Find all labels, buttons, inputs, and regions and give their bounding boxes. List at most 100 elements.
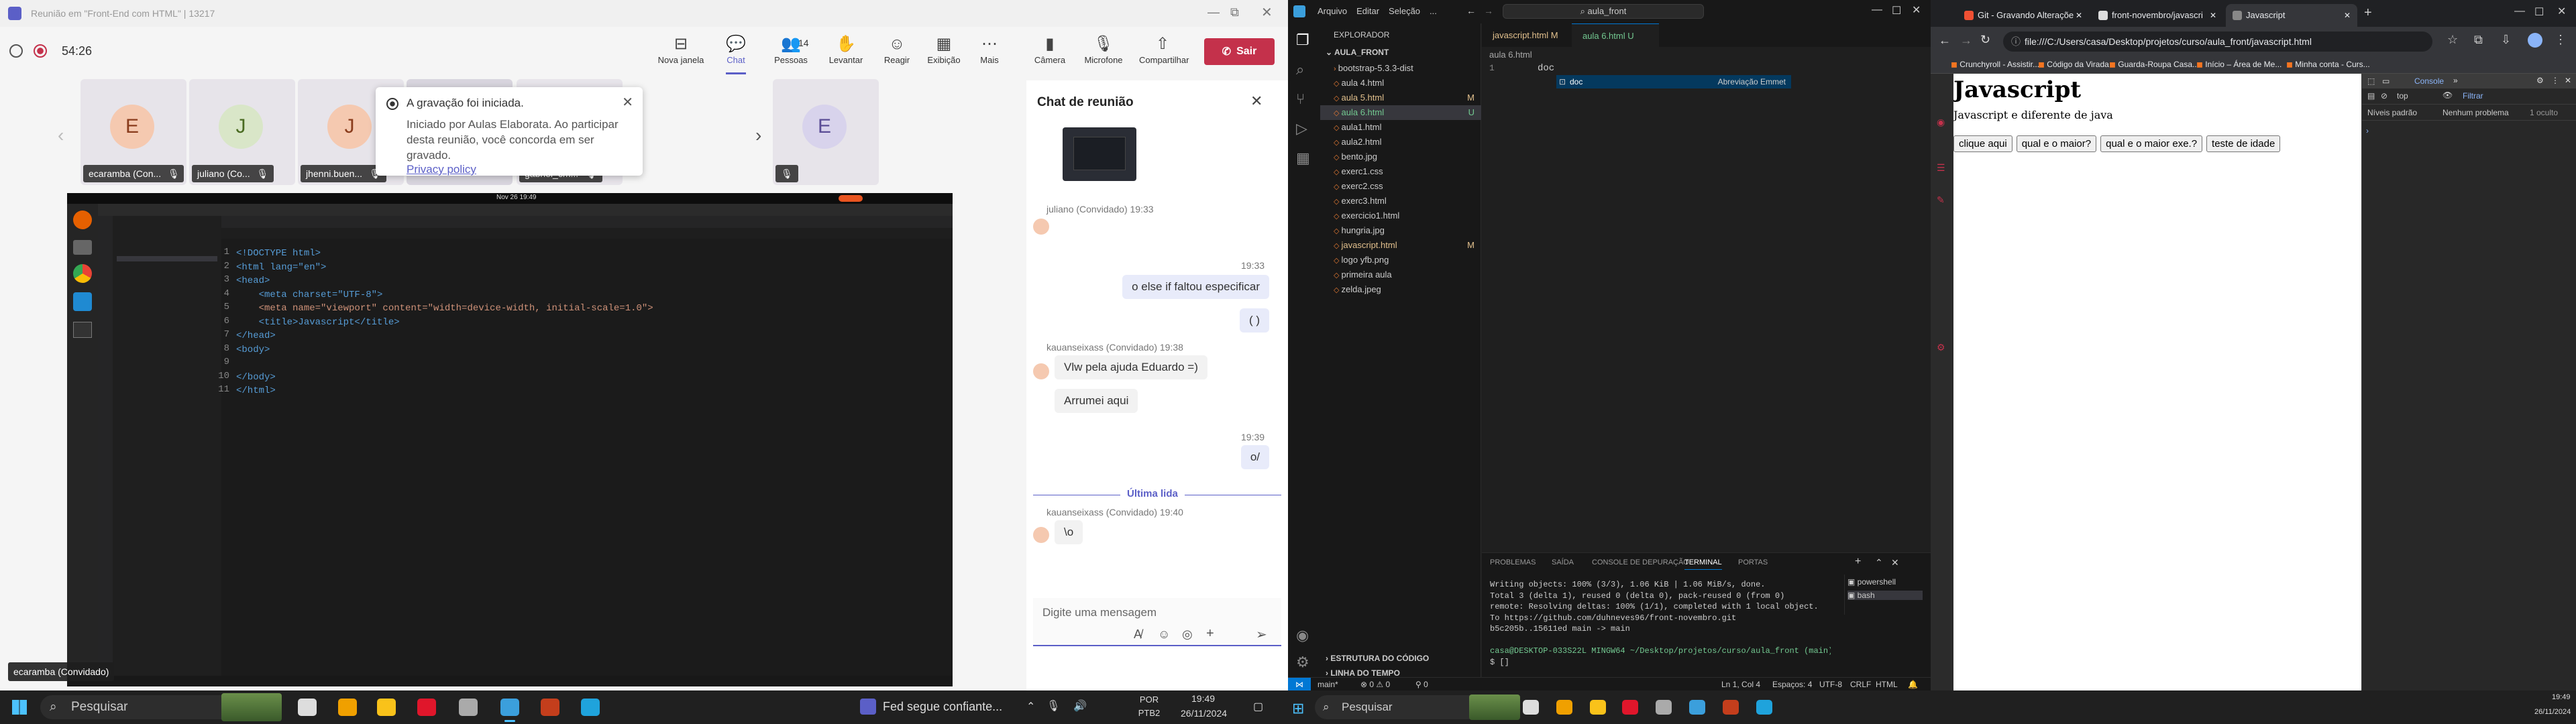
tab-javascript[interactable]: javascript.html M xyxy=(1482,23,1572,47)
format-icon[interactable]: A̸ xyxy=(1134,627,1142,642)
opera-icon[interactable] xyxy=(417,699,436,716)
browser-tab[interactable]: front-novembro/javascri ✕ xyxy=(2092,4,2223,27)
levels-select[interactable]: Níveis padrão xyxy=(2367,108,2417,117)
message-input-box[interactable]: Digite uma mensagem A̸ ☺ ◎ + ➢ xyxy=(1033,598,1281,646)
forward-icon[interactable]: → xyxy=(1960,34,1972,48)
file-item[interactable]: ◇ hungria.jpg xyxy=(1320,223,1481,238)
profile-avatar[interactable] xyxy=(2528,33,2542,48)
issues-indicator[interactable]: Nenhum problema xyxy=(2443,108,2509,117)
toolbar-exibição[interactable]: ▦ Exibição xyxy=(920,34,967,74)
file-item[interactable]: ◇ aula 6.html U xyxy=(1320,105,1481,120)
attach-plus-icon[interactable]: + xyxy=(1206,626,1214,642)
send-icon[interactable]: ➢ xyxy=(1256,626,1267,643)
tray-chevron-icon[interactable]: ⌃ xyxy=(1026,700,1035,713)
vscode-icon[interactable] xyxy=(500,699,519,716)
page-button[interactable]: qual e o maior exe.? xyxy=(2100,135,2203,152)
context-select[interactable]: top xyxy=(2397,91,2408,101)
outline-section[interactable]: › ESTRUTURA DO CÓDIGO xyxy=(1326,654,1429,663)
chat-message[interactable]: \o xyxy=(1055,520,1083,544)
chat-close-icon[interactable]: ✕ xyxy=(1250,93,1263,110)
filter-input[interactable]: Filtrar xyxy=(2463,91,2483,101)
toolbar-pessoas[interactable]: 👥 Pessoas 14 xyxy=(767,34,814,74)
close-icon[interactable]: ✕ xyxy=(2557,5,2566,18)
device-icon[interactable]: ▭ xyxy=(2382,76,2390,86)
terminal-instance[interactable]: ▣ bash xyxy=(1847,591,1923,600)
command-search[interactable]: ⌕ aula_front xyxy=(1503,4,1704,19)
settings-gear-icon[interactable]: ⚙ xyxy=(2536,76,2544,85)
encoding-status[interactable]: UTF-8 xyxy=(1819,678,1842,691)
files-icon[interactable] xyxy=(459,699,478,716)
file-item[interactable]: ◇ exerc3.html xyxy=(1320,194,1481,208)
copilot-icon[interactable] xyxy=(338,699,357,716)
weather-widget-icon[interactable] xyxy=(860,699,876,715)
more-tabs-icon[interactable]: » xyxy=(2453,76,2458,85)
privacy-link[interactable]: Privacy policy xyxy=(407,163,632,176)
minimize-icon[interactable]: — xyxy=(2514,5,2525,17)
file-item[interactable]: ◇ aula1.html xyxy=(1320,120,1481,135)
file-item[interactable]: ◇ primeira aula xyxy=(1320,267,1481,282)
toolbar-compartilhar[interactable]: ⇧ Compartilhar xyxy=(1139,34,1189,74)
task-view-icon[interactable] xyxy=(1523,700,1539,715)
source-control-icon[interactable]: ⑂ xyxy=(1296,90,1305,108)
edge-icon[interactable] xyxy=(581,699,600,716)
close-icon[interactable]: ✕ xyxy=(1261,4,1273,21)
ports-status[interactable]: ⚲ 0 xyxy=(1415,678,1428,691)
chat-message[interactable]: Vlw pela ajuda Eduardo =) xyxy=(1055,355,1208,379)
bookmark[interactable]: ◼ Código da Virada xyxy=(2038,60,2109,69)
message-input[interactable]: Digite uma mensagem xyxy=(1042,606,1157,619)
leave-button[interactable]: ✆ Sair xyxy=(1204,38,1275,65)
tab-close-icon[interactable]: ✕ xyxy=(2344,4,2351,27)
browser-tab[interactable]: Git - Gravando Alteraçõe ✕ xyxy=(1957,4,2089,27)
file-item[interactable]: › bootstrap-5.3.3-dist xyxy=(1320,61,1481,76)
file-explorer-icon[interactable] xyxy=(1590,700,1606,715)
participant-tile[interactable]: Eecaramba (Con... 🎙 xyxy=(80,79,186,185)
menu-item[interactable]: ... xyxy=(1430,6,1437,16)
cursor-position[interactable]: Ln 1, Col 4 xyxy=(1721,678,1760,691)
opera-icon[interactable] xyxy=(1622,700,1638,715)
back-arrow-icon[interactable]: ← xyxy=(1466,5,1476,16)
emoji-icon[interactable]: ☺ xyxy=(1158,627,1170,642)
tool-icon[interactable]: ☰ xyxy=(1937,162,1945,174)
toolbar-câmera[interactable]: ▮ Câmera xyxy=(1026,34,1073,74)
bell-icon[interactable]: 🔔 xyxy=(1908,678,1918,691)
problems-status[interactable]: ⊗ 0 ⚠ 0 xyxy=(1360,678,1390,691)
clock-time[interactable]: 19:49 xyxy=(1191,693,1215,704)
page-button[interactable]: qual e o maior? xyxy=(2016,135,2097,152)
chevron-left-icon[interactable]: ‹ xyxy=(58,125,64,146)
weather-widget[interactable]: Fed segue confiante... xyxy=(883,700,1002,714)
file-item[interactable]: ◇ exerc1.css xyxy=(1320,164,1481,179)
chevron-right-icon[interactable]: › xyxy=(755,125,761,146)
branch-status[interactable]: main* xyxy=(1318,678,1338,691)
run-debug-icon[interactable]: ▷ xyxy=(1296,120,1307,137)
windows-start-icon[interactable] xyxy=(12,700,27,715)
loop-icon[interactable]: ◎ xyxy=(1182,627,1193,642)
url-bar[interactable]: ⓘ file:///C:/Users/casa/Desktop/projetos… xyxy=(2003,32,2432,52)
toolbar-mais[interactable]: ⋯ Mais xyxy=(966,34,1013,74)
restore-icon[interactable]: ⧉ xyxy=(1230,5,1239,19)
sidebar-icon[interactable]: ▤ xyxy=(2367,91,2375,101)
extensions-icon[interactable]: ▦ xyxy=(1296,149,1310,167)
panel-tab[interactable]: TERMINAL xyxy=(1684,558,1722,570)
file-explorer-icon[interactable] xyxy=(377,699,396,716)
notification-icon[interactable]: ▢ xyxy=(1253,700,1263,713)
clock-date[interactable]: 26/11/2024 xyxy=(2534,708,2571,716)
remote-icon[interactable]: ⋈ xyxy=(1288,678,1311,691)
eye-icon[interactable]: 👁 xyxy=(2443,90,2453,100)
settings-gear-icon[interactable]: ⚙ xyxy=(1296,654,1309,671)
language-status[interactable]: HTML xyxy=(1876,678,1898,691)
panel-close-icon[interactable]: ✕ xyxy=(1891,557,1899,568)
toast-close-icon[interactable]: ✕ xyxy=(622,94,633,111)
file-item[interactable]: ◇ aula 5.html M xyxy=(1320,90,1481,105)
chat-message[interactable]: Arrumei aqui xyxy=(1055,389,1138,413)
toolbar-chat[interactable]: 💬 Chat xyxy=(712,34,759,74)
toolbar-nova-janela[interactable]: ⊟ Nova janela xyxy=(657,34,704,74)
windows-start-icon[interactable]: ⊞ xyxy=(1292,700,1304,717)
menu-icon[interactable]: ⋮ xyxy=(2551,76,2559,85)
clock-date[interactable]: 26/11/2024 xyxy=(1181,708,1227,719)
forward-arrow-icon[interactable]: → xyxy=(1484,5,1493,16)
panel-tab[interactable]: CONSOLE DE DEPURAÇÃO xyxy=(1592,558,1689,566)
files-icon[interactable] xyxy=(1656,700,1672,715)
toolbar-microfone[interactable]: 🎙 Microfone xyxy=(1080,34,1127,74)
menu-item[interactable]: Seleção xyxy=(1389,6,1420,16)
bookmark[interactable]: ◼ Início – Área de Me... xyxy=(2196,60,2282,69)
